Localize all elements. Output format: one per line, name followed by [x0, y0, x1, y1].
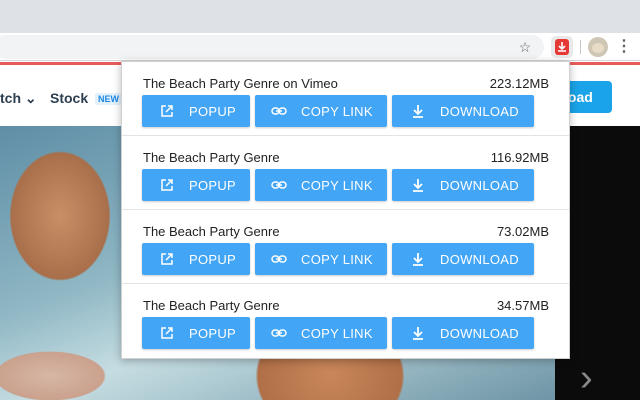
video-title: The Beach Party Genre on Vimeo: [143, 76, 338, 91]
download-icon: [410, 325, 426, 341]
video-title: The Beach Party Genre: [143, 298, 280, 313]
link-icon: [271, 325, 287, 341]
open-in-new-icon: [159, 325, 175, 341]
address-bar[interactable]: [0, 35, 544, 59]
link-icon: [271, 103, 287, 119]
download-button[interactable]: DOWNLOAD: [392, 243, 534, 275]
chevron-right-icon[interactable]: ›: [580, 358, 593, 398]
download-icon: [410, 177, 426, 193]
nav-stock[interactable]: Stock: [50, 90, 88, 106]
link-icon: [271, 251, 287, 267]
open-in-new-icon: [159, 251, 175, 267]
list-item: The Beach Party Genre 34.57MB POPUP COPY…: [122, 284, 569, 358]
copy-link-button[interactable]: COPY LINK: [255, 169, 387, 201]
tab-strip: [0, 0, 640, 33]
download-icon: [410, 251, 426, 267]
nav-watch[interactable]: tch ⌄: [0, 90, 37, 107]
more-vert-icon[interactable]: ⋮: [614, 37, 634, 57]
download-button[interactable]: DOWNLOAD: [392, 169, 534, 201]
browser-toolbar: ☆ ⋮: [0, 33, 640, 61]
copy-link-button[interactable]: COPY LINK: [255, 317, 387, 349]
download-button[interactable]: DOWNLOAD: [392, 95, 534, 127]
file-size: 223.12MB: [489, 76, 549, 91]
file-size: 73.02MB: [496, 224, 549, 239]
download-popup: The Beach Party Genre on Vimeo 223.12MB …: [121, 61, 570, 359]
list-item: The Beach Party Genre 116.92MB POPUP COP…: [122, 136, 569, 210]
popup-button[interactable]: POPUP: [142, 317, 250, 349]
list-item: The Beach Party Genre 73.02MB POPUP COPY…: [122, 210, 569, 284]
popup-button[interactable]: POPUP: [142, 243, 250, 275]
file-size: 34.57MB: [496, 298, 549, 313]
download-extension-icon[interactable]: [551, 36, 573, 58]
toolbar-separator: [580, 40, 581, 54]
video-title: The Beach Party Genre: [143, 224, 280, 239]
star-icon[interactable]: ☆: [516, 38, 534, 56]
link-icon: [271, 177, 287, 193]
list-item: The Beach Party Genre on Vimeo 223.12MB …: [122, 62, 569, 136]
download-button[interactable]: DOWNLOAD: [392, 317, 534, 349]
download-icon: [410, 103, 426, 119]
popup-button[interactable]: POPUP: [142, 169, 250, 201]
chevron-down-icon: ⌄: [21, 90, 37, 106]
open-in-new-icon: [159, 103, 175, 119]
new-badge: NEW: [95, 93, 122, 105]
video-title: The Beach Party Genre: [143, 150, 280, 165]
copy-link-button[interactable]: COPY LINK: [255, 95, 387, 127]
open-in-new-icon: [159, 177, 175, 193]
profile-avatar[interactable]: [588, 37, 608, 57]
file-size: 116.92MB: [490, 150, 549, 165]
copy-link-button[interactable]: COPY LINK: [255, 243, 387, 275]
popup-button[interactable]: POPUP: [142, 95, 250, 127]
